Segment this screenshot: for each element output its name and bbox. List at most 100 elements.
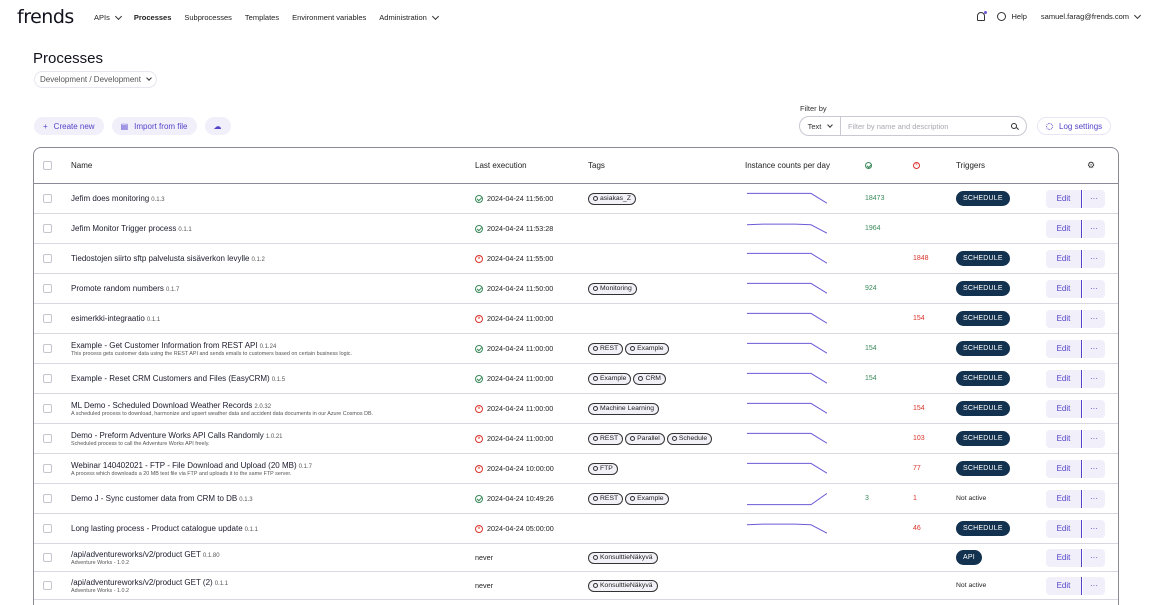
- process-name[interactable]: Example - Reset CRM Customers and Files …: [71, 374, 270, 383]
- tag-chip[interactable]: Schedule: [666, 432, 713, 445]
- tag-chip[interactable]: REST: [588, 492, 624, 505]
- error-x-icon[interactable]: ×: [913, 162, 920, 169]
- process-name-cell[interactable]: /api/adventureworks/v2/product GET (2) 0.…: [71, 572, 228, 599]
- trigger-badge[interactable]: SCHEDULE: [956, 371, 1010, 386]
- edit-button[interactable]: Edit: [1046, 576, 1082, 595]
- table-row[interactable]: ML Demo - Scheduled Download Weather Rec…: [34, 394, 1118, 424]
- nav-item-processes[interactable]: Processes: [134, 13, 172, 22]
- last-execution-time[interactable]: 2024-04-24 11:55:00: [487, 254, 553, 263]
- nav-item-environment-variables[interactable]: Environment variables: [292, 13, 366, 22]
- success-count[interactable]: 3: [865, 484, 869, 513]
- process-name-cell[interactable]: Demo J - Sync customer data from CRM to …: [71, 484, 253, 513]
- more-options-button[interactable]: ···: [1083, 548, 1105, 567]
- row-checkbox[interactable]: [43, 194, 52, 203]
- row-checkbox[interactable]: [43, 464, 52, 473]
- last-execution-time[interactable]: 2024-04-24 11:00:00: [487, 374, 553, 383]
- process-name[interactable]: esimerkki-integraatio: [71, 314, 145, 323]
- success-count[interactable]: 1964: [865, 214, 881, 243]
- tag-chip[interactable]: asiakas_Z: [588, 192, 636, 205]
- process-name[interactable]: /api/adventureworks/v2/product GET (2): [71, 578, 213, 587]
- more-options-button[interactable]: ···: [1083, 219, 1105, 238]
- trigger-badge[interactable]: SCHEDULE: [956, 521, 1010, 536]
- table-row[interactable]: Demo - Preform Adventure Works API Calls…: [34, 424, 1118, 454]
- edit-button[interactable]: Edit: [1046, 369, 1082, 388]
- tag-chip[interactable]: FTP: [588, 462, 618, 475]
- table-row[interactable]: Tiedostojen siirto sftp palvelusta sisäv…: [34, 244, 1118, 274]
- process-name-cell[interactable]: Jefim does monitoring 0.1.3: [71, 184, 165, 213]
- row-checkbox[interactable]: [43, 284, 52, 293]
- tag-chip[interactable]: REST: [588, 432, 624, 445]
- tag-chip[interactable]: Example: [625, 342, 669, 355]
- notification-bell-icon[interactable]: [977, 11, 988, 21]
- select-all-checkbox[interactable]: [43, 161, 52, 170]
- row-checkbox[interactable]: [43, 494, 52, 503]
- log-settings-button[interactable]: Log settings: [1037, 117, 1112, 135]
- edit-button[interactable]: Edit: [1046, 489, 1082, 508]
- process-name[interactable]: Demo J - Sync customer data from CRM to …: [71, 494, 237, 503]
- table-row[interactable]: Example - Reset CRM Customers and Files …: [34, 364, 1118, 394]
- last-execution-time[interactable]: never: [475, 553, 493, 562]
- trigger-badge[interactable]: SCHEDULE: [956, 191, 1010, 206]
- table-row[interactable]: Long lasting process - Product catalogue…: [34, 514, 1118, 544]
- process-name[interactable]: Tiedostojen siirto sftp palvelusta sisäv…: [71, 254, 249, 263]
- header-name[interactable]: Name: [71, 148, 92, 183]
- success-count[interactable]: 18473: [865, 184, 884, 213]
- nav-item-apis[interactable]: APIs: [94, 12, 122, 22]
- row-checkbox[interactable]: [43, 254, 52, 263]
- nav-item-administration[interactable]: Administration: [379, 12, 439, 22]
- row-checkbox[interactable]: [43, 434, 52, 443]
- trigger-badge[interactable]: SCHEDULE: [956, 311, 1010, 326]
- trigger-badge[interactable]: SCHEDULE: [956, 461, 1010, 476]
- more-options-button[interactable]: ···: [1083, 189, 1105, 208]
- error-count[interactable]: 154: [913, 304, 925, 333]
- edit-button[interactable]: Edit: [1046, 339, 1082, 358]
- row-checkbox[interactable]: [43, 524, 52, 533]
- error-count[interactable]: 1848: [913, 244, 929, 273]
- process-name[interactable]: Demo - Preform Adventure Works API Calls…: [71, 431, 264, 440]
- error-count[interactable]: 154: [913, 394, 925, 423]
- edit-button[interactable]: Edit: [1046, 189, 1082, 208]
- edit-button[interactable]: Edit: [1046, 399, 1082, 418]
- nav-item-subprocesses[interactable]: Subprocesses: [184, 13, 232, 22]
- more-options-button[interactable]: ···: [1083, 576, 1105, 595]
- trigger-badge[interactable]: SCHEDULE: [956, 251, 1010, 266]
- edit-button[interactable]: Edit: [1046, 519, 1082, 538]
- edit-button[interactable]: Edit: [1046, 279, 1082, 298]
- tag-chip[interactable]: Monitoring: [588, 282, 637, 295]
- process-name[interactable]: Jefim Monitor Trigger process: [71, 224, 176, 233]
- tag-chip[interactable]: Machine Learning: [588, 402, 660, 415]
- table-row[interactable]: Example - Get Customer Information from …: [34, 334, 1118, 364]
- tag-chip[interactable]: Example: [588, 372, 632, 385]
- edit-button[interactable]: Edit: [1046, 459, 1082, 478]
- edit-button[interactable]: Edit: [1046, 548, 1082, 567]
- nav-item-templates[interactable]: Templates: [245, 13, 279, 22]
- trigger-badge[interactable]: API: [956, 550, 982, 565]
- last-execution-time[interactable]: 2024-04-24 10:00:00: [487, 464, 554, 473]
- trigger-badge[interactable]: SCHEDULE: [956, 401, 1010, 416]
- error-count[interactable]: 1: [913, 484, 917, 513]
- last-execution-time[interactable]: 2024-04-24 11:00:00: [487, 404, 553, 413]
- more-options-button[interactable]: ···: [1083, 249, 1105, 268]
- process-name-cell[interactable]: Long lasting process - Product catalogue…: [71, 514, 258, 543]
- more-options-button[interactable]: ···: [1083, 339, 1105, 358]
- last-execution-time[interactable]: 2024-04-24 11:00:00: [487, 344, 553, 353]
- last-execution-time[interactable]: never: [475, 581, 493, 590]
- edit-button[interactable]: Edit: [1046, 309, 1082, 328]
- success-count[interactable]: 154: [865, 334, 877, 363]
- edit-button[interactable]: Edit: [1046, 429, 1082, 448]
- process-name-cell[interactable]: Jefim Monitor Trigger process 0.1.1: [71, 214, 192, 243]
- process-name-cell[interactable]: ML Demo - Scheduled Download Weather Rec…: [71, 394, 373, 423]
- process-name[interactable]: Long lasting process - Product catalogue…: [71, 524, 243, 533]
- more-options-button[interactable]: ···: [1083, 519, 1105, 538]
- tag-chip[interactable]: KonsulttiеNäkyvä: [588, 579, 658, 592]
- tag-chip[interactable]: Parallel: [625, 432, 665, 445]
- last-execution-time[interactable]: 2024-04-24 11:00:00: [487, 434, 553, 443]
- help-icon[interactable]: [997, 12, 1007, 21]
- last-execution-time[interactable]: 2024-04-24 10:49:26: [487, 494, 554, 503]
- import-from-file-button[interactable]: ▤ Import from file: [111, 117, 197, 135]
- success-count[interactable]: 924: [865, 274, 877, 303]
- more-options-button[interactable]: ···: [1083, 399, 1105, 418]
- success-check-icon[interactable]: [865, 162, 872, 169]
- table-row[interactable]: Jefim does monitoring 0.1.3 2024-04-24 11:…: [34, 184, 1118, 214]
- process-name-cell[interactable]: Tiedostojen siirto sftp palvelusta sisäv…: [71, 244, 265, 273]
